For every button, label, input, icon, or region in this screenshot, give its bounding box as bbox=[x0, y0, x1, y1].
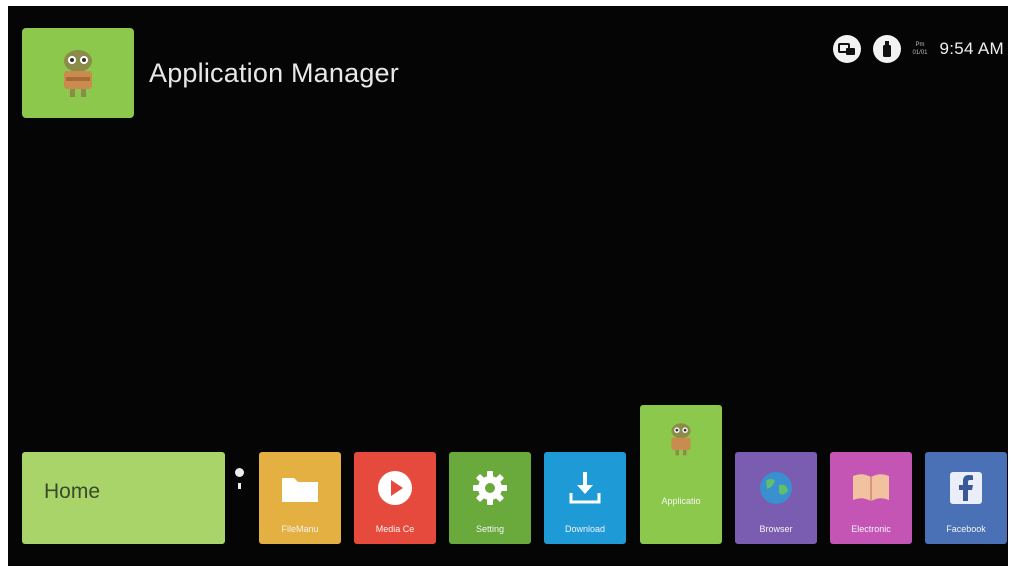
app-tile-facebook[interactable]: Facebook bbox=[925, 452, 1007, 544]
network-icon bbox=[832, 35, 861, 63]
app-tile-filemanager[interactable]: FileManu bbox=[259, 452, 341, 544]
clock: 9:54 AM bbox=[939, 39, 1004, 58]
indicator-bar bbox=[237, 483, 241, 489]
android-icon bbox=[671, 423, 691, 456]
dock-indicator bbox=[234, 468, 244, 508]
home-label: Home bbox=[44, 480, 101, 503]
page-title: Application Manager bbox=[149, 58, 399, 88]
date-top: Pm bbox=[915, 42, 925, 48]
android-icon bbox=[64, 50, 92, 97]
app-header-icon bbox=[22, 28, 134, 118]
app-tile-label: Media Ce bbox=[375, 524, 415, 534]
app-tile-download[interactable]: Download bbox=[544, 452, 626, 544]
home-tile[interactable]: Home bbox=[22, 452, 225, 544]
app-tile-label: Facebook bbox=[946, 524, 986, 534]
app-tile-electronic[interactable]: Electronic bbox=[830, 452, 912, 544]
book-icon bbox=[853, 474, 889, 501]
usb-icon bbox=[872, 35, 901, 63]
play-icon bbox=[378, 471, 412, 505]
app-tile-label: Applicatio bbox=[661, 496, 701, 506]
status-bar: Pm 01/01 9:54 AM bbox=[832, 34, 1005, 64]
app-tile-label: Electronic bbox=[851, 524, 891, 534]
indicator-dot bbox=[234, 468, 244, 477]
download-icon bbox=[569, 472, 601, 504]
folder-icon bbox=[282, 478, 318, 502]
app-tile-label: Download bbox=[564, 524, 606, 534]
globe-icon bbox=[760, 472, 792, 504]
app-tile-browser[interactable]: Browser bbox=[735, 452, 817, 544]
app-tile-label: Setting bbox=[475, 524, 505, 534]
app-tile-setting[interactable]: Setting bbox=[449, 452, 531, 544]
date-display: Pm 01/01 bbox=[913, 42, 928, 56]
facebook-icon bbox=[950, 472, 982, 504]
app-tile-label: FileManu bbox=[281, 524, 319, 534]
gear-icon bbox=[473, 471, 507, 505]
app-tile-application-manager[interactable]: Applicatio bbox=[640, 405, 722, 544]
date-bottom: 01/01 bbox=[912, 50, 928, 56]
app-tile-label: Browser bbox=[759, 524, 793, 534]
tv-screen: Application Manager Pm 01/01 9:54 AM Hom… bbox=[8, 6, 1008, 566]
app-tile-media-center[interactable]: Media Ce bbox=[354, 452, 436, 544]
